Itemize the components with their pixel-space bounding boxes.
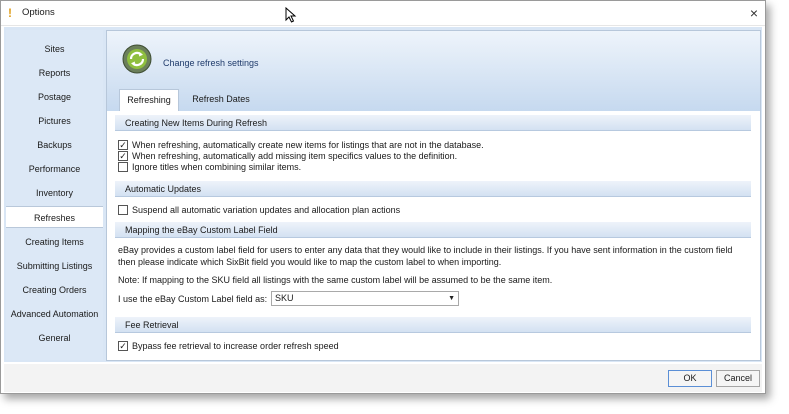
dropdown-arrow-icon: ▼ <box>448 295 455 302</box>
refreshing-tab-panel: Creating New Items During Refresh ✓ When … <box>115 111 753 356</box>
tab-refresh-dates[interactable]: Refresh Dates <box>185 89 257 111</box>
custom-label-note: Note: If mapping to the SKU field all li… <box>118 275 553 285</box>
custom-label-description-2: then please indicate which SixBit field … <box>118 257 502 267</box>
sidebar-item-inventory[interactable]: Inventory <box>6 182 103 204</box>
content-pane: Change refresh settings Refreshing Refre… <box>106 30 761 361</box>
mouse-cursor-icon <box>285 7 297 23</box>
header-band: Change refresh settings Refreshing Refre… <box>107 31 760 111</box>
cancel-button[interactable]: Cancel <box>716 370 760 387</box>
sidebar: Sites Reports Postage Pictures Backups P… <box>6 30 103 360</box>
option-ignore-titles[interactable]: Ignore titles when combining similar ite… <box>118 161 301 173</box>
section-header-custom-label: Mapping the eBay Custom Label Field <box>115 222 751 238</box>
option-label: When refreshing, automatically add missi… <box>132 151 458 161</box>
custom-label-description-1: eBay provides a custom label field for u… <box>118 245 733 255</box>
custom-label-select[interactable]: SKU ▼ <box>271 291 459 306</box>
close-button[interactable]: × <box>745 4 763 22</box>
window-title: Options <box>22 7 55 18</box>
option-label: Bypass fee retrieval to increase order r… <box>132 341 339 351</box>
dialog-footer <box>4 364 762 392</box>
sidebar-item-pictures[interactable]: Pictures <box>6 110 103 132</box>
checkbox-checked[interactable]: ✓ <box>118 139 128 150</box>
option-label: Ignore titles when combining similar ite… <box>132 162 302 172</box>
sidebar-item-creating-items[interactable]: Creating Items <box>6 231 103 253</box>
checkbox-unchecked[interactable] <box>118 204 128 215</box>
sidebar-item-creating-orders[interactable]: Creating Orders <box>6 279 103 301</box>
checkbox-checked[interactable]: ✓ <box>118 150 128 161</box>
option-label: When refreshing, automatically create ne… <box>132 140 484 150</box>
refresh-settings-icon <box>122 44 152 74</box>
sidebar-item-backups[interactable]: Backups <box>6 134 103 156</box>
custom-label-field-label: I use the eBay Custom Label field as: <box>118 294 268 304</box>
ok-button[interactable]: OK <box>668 370 712 387</box>
section-header-fee-retrieval: Fee Retrieval <box>115 317 751 333</box>
app-icon: ! <box>8 6 12 20</box>
option-label: Suspend all automatic variation updates … <box>132 205 401 215</box>
section-header-automatic-updates: Automatic Updates <box>115 181 751 197</box>
sidebar-item-advanced-automation[interactable]: Advanced Automation <box>6 303 103 325</box>
sidebar-item-performance[interactable]: Performance <box>6 158 103 180</box>
option-suspend-updates[interactable]: Suspend all automatic variation updates … <box>118 204 400 216</box>
checkbox-unchecked[interactable] <box>118 161 128 172</box>
tab-refreshing[interactable]: Refreshing <box>119 89 179 111</box>
sidebar-item-sites[interactable]: Sites <box>6 38 103 60</box>
sidebar-item-general[interactable]: General <box>6 327 103 349</box>
sidebar-item-submitting-listings[interactable]: Submitting Listings <box>6 255 103 277</box>
sidebar-item-reports[interactable]: Reports <box>6 62 103 84</box>
sidebar-item-refreshes[interactable]: Refreshes <box>6 206 103 228</box>
page-title: Change refresh settings <box>163 58 259 68</box>
section-header-creating-new-items: Creating New Items During Refresh <box>115 115 751 131</box>
title-bar: ! Options × <box>1 1 765 26</box>
select-value: SKU <box>275 293 294 303</box>
checkbox-checked[interactable]: ✓ <box>118 340 128 351</box>
sidebar-item-postage[interactable]: Postage <box>6 86 103 108</box>
option-bypass-fee-retrieval[interactable]: ✓ Bypass fee retrieval to increase order … <box>118 340 339 352</box>
